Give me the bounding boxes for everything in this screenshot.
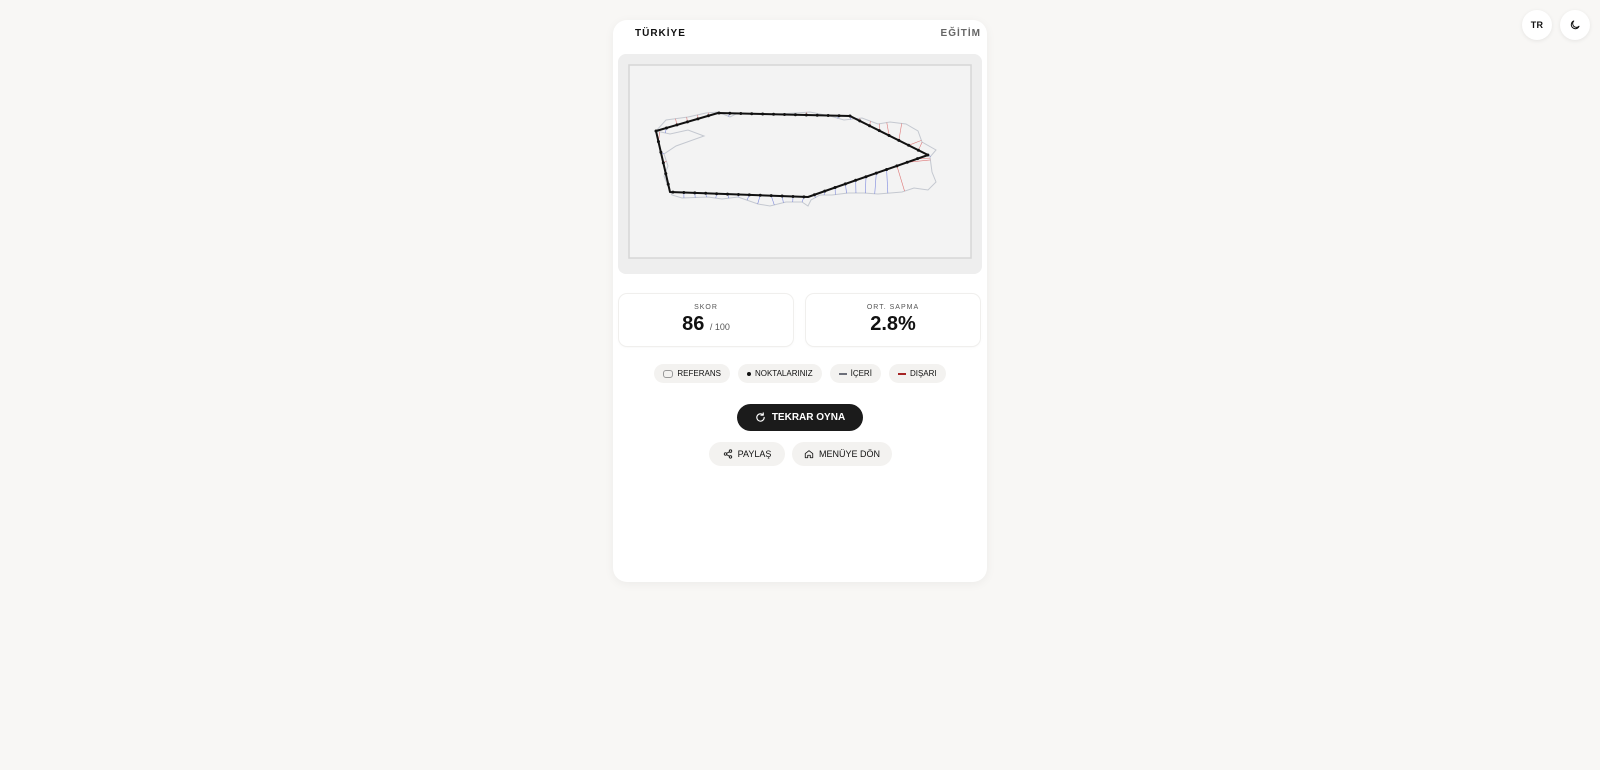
deviation-label: ORT. SAPMA: [866, 304, 920, 311]
home-icon: [804, 450, 814, 459]
player-point: [685, 120, 689, 124]
menu-button[interactable]: MENÜYE DÖN: [792, 442, 892, 466]
player-point: [823, 189, 827, 193]
player-point: [654, 129, 658, 133]
map-frame: [628, 64, 972, 259]
player-point: [812, 193, 816, 197]
player-point: [693, 191, 697, 195]
player-point: [926, 153, 930, 157]
score-value-row: 86 / 100: [619, 313, 793, 336]
player-point: [843, 182, 847, 186]
player-point: [704, 191, 708, 195]
player-point: [666, 182, 670, 186]
player-point: [696, 117, 700, 121]
share-icon: [723, 449, 732, 459]
dot-icon: [746, 371, 751, 376]
player-point: [868, 124, 872, 128]
player-point: [761, 112, 765, 116]
player-point: [659, 150, 663, 154]
share-button[interactable]: PAYLAŞ: [709, 442, 785, 466]
player-point: [750, 112, 754, 116]
reference-outline-icon: [663, 369, 674, 378]
legend-points-label: NOKTALARINIZ: [754, 369, 813, 378]
player-point: [675, 123, 679, 127]
player-point: [747, 193, 751, 197]
player-point: [791, 194, 795, 198]
player-point: [905, 160, 909, 164]
map-canvas: [628, 64, 972, 259]
player-point: [717, 111, 721, 115]
player-point: [907, 143, 911, 147]
player-point: [715, 192, 719, 196]
player-point: [793, 113, 797, 117]
moon-icon: [1570, 20, 1580, 30]
play-again-button[interactable]: TEKRAR OYNA: [737, 404, 863, 431]
legend-points[interactable]: NOKTALARINIZ: [737, 364, 822, 383]
player-point: [706, 114, 710, 118]
player-point: [671, 190, 675, 194]
player-point: [682, 191, 686, 195]
theme-toggle-button[interactable]: [1560, 10, 1590, 40]
refresh-icon: [756, 412, 765, 422]
player-point: [769, 194, 773, 198]
player-point: [780, 194, 784, 198]
player-point: [782, 113, 786, 117]
legend-outside-label: DIŞARI: [909, 369, 937, 378]
player-point: [864, 175, 868, 179]
share-label: PAYLAŞ: [737, 449, 772, 459]
player-point: [815, 113, 819, 117]
language-button[interactable]: TR: [1522, 10, 1552, 40]
player-point: [877, 129, 881, 133]
legend: REFERANS NOKTALARINIZ İÇERİ DIŞARI: [613, 364, 987, 383]
deviation-value: 2.8%: [870, 313, 916, 335]
legend-reference[interactable]: REFERANS: [654, 364, 730, 383]
score-label: SKOR: [694, 304, 718, 311]
player-point: [664, 126, 668, 130]
player-point: [848, 114, 852, 118]
player-point: [833, 186, 837, 190]
player-point: [726, 192, 730, 196]
player-point: [772, 112, 776, 116]
outside-line-icon: [897, 372, 906, 375]
player-point: [858, 119, 862, 123]
score-value: 86: [682, 313, 705, 335]
play-again-label: TEKRAR OYNA: [771, 412, 846, 423]
legend-inside[interactable]: İÇERİ: [829, 364, 881, 383]
player-point: [804, 113, 808, 117]
player-point: [854, 178, 858, 182]
player-point: [874, 171, 878, 175]
player-point: [885, 167, 889, 171]
legend-outside[interactable]: DIŞARI: [888, 364, 946, 383]
player-point: [661, 161, 665, 165]
country-title: TÜRKİYE: [635, 28, 686, 39]
inside-line-icon: [838, 372, 847, 375]
player-point: [736, 192, 740, 196]
player-point: [656, 140, 660, 144]
top-controls: TR: [1522, 10, 1590, 40]
deviation-card: ORT. SAPMA 2.8%: [806, 294, 980, 346]
card-header: TÜRKİYE EĞİTİM: [635, 28, 981, 39]
player-point: [916, 157, 920, 161]
player-point: [837, 114, 841, 118]
player-point: [826, 114, 830, 118]
player-point: [728, 111, 732, 115]
player-point: [897, 138, 901, 142]
legend-inside-label: İÇERİ: [850, 369, 872, 378]
player-point: [887, 134, 891, 138]
result-card: TÜRKİYE EĞİTİM SKOR 86 / 100 ORT. SAPMA …: [613, 20, 987, 582]
mode-label: EĞİTİM: [940, 28, 981, 39]
player-point: [802, 195, 806, 199]
menu-label: MENÜYE DÖN: [818, 449, 880, 459]
player-point: [664, 172, 668, 176]
score-suffix: / 100: [709, 322, 730, 332]
player-point: [758, 193, 762, 197]
player-point: [739, 112, 743, 116]
player-point: [895, 164, 899, 168]
player-point: [916, 148, 920, 152]
map-panel: [618, 54, 982, 274]
legend-reference-label: REFERANS: [677, 369, 721, 378]
score-card: SKOR 86 / 100: [619, 294, 793, 346]
